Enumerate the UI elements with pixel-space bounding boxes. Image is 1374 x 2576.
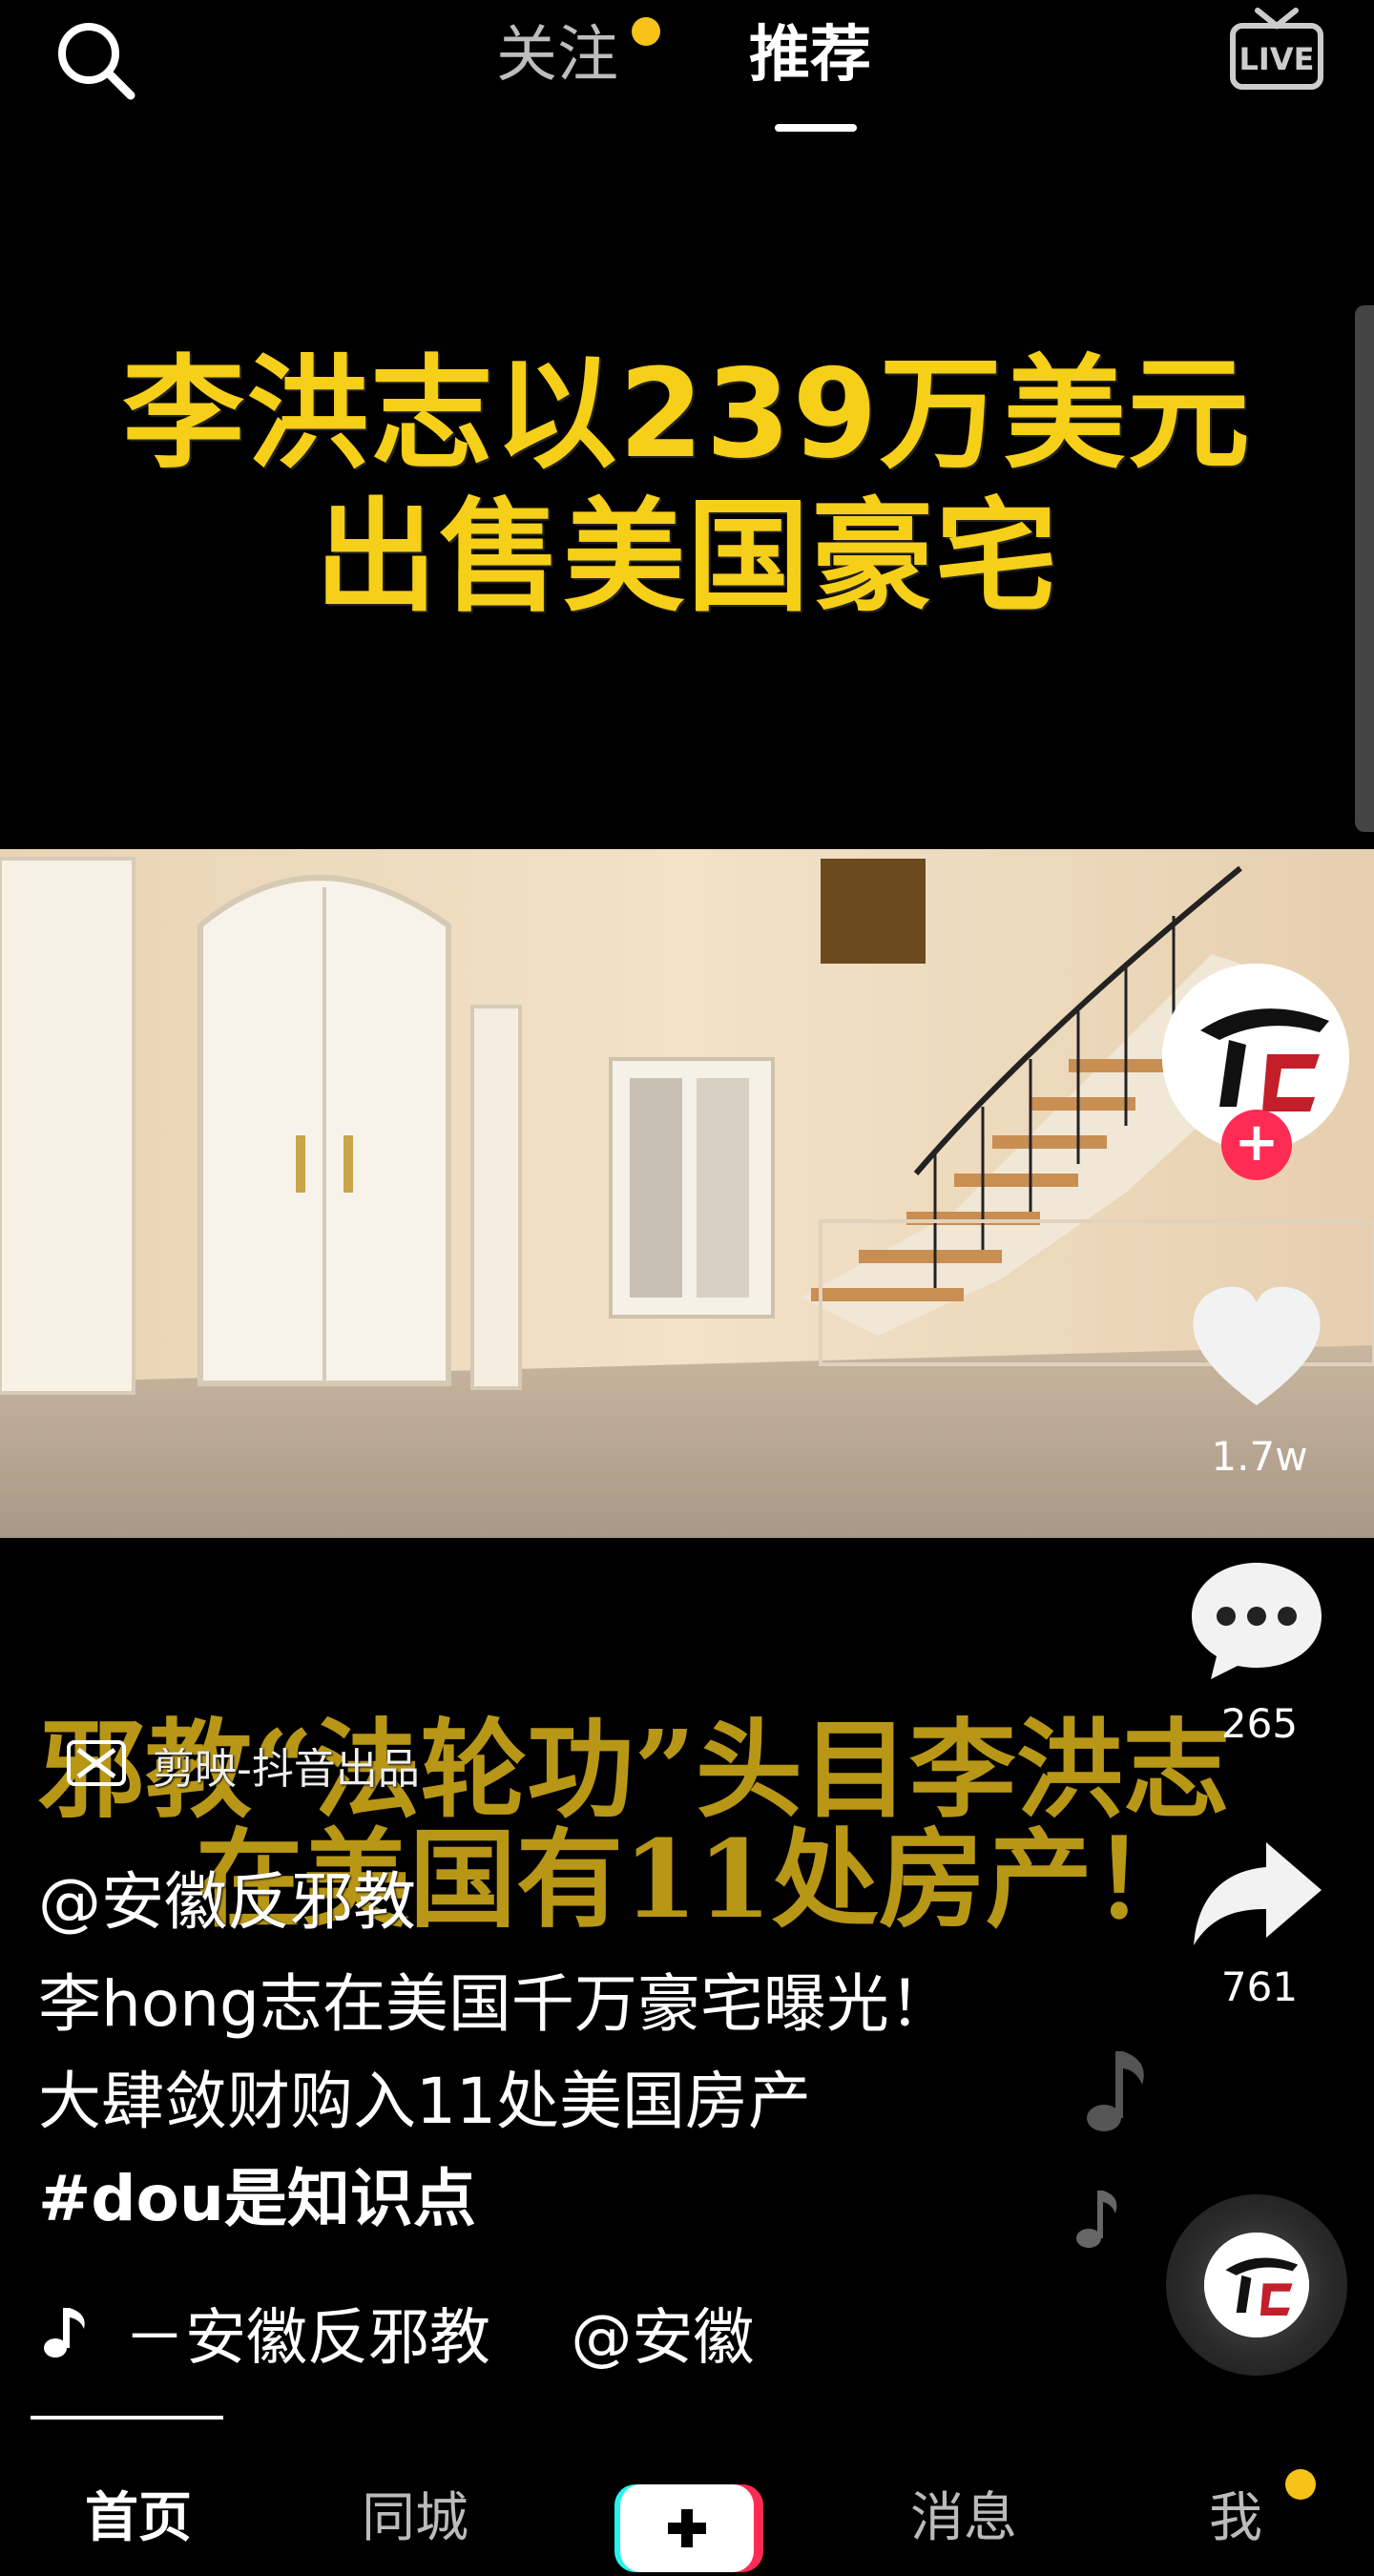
video-title-line1: 李洪志以239万美元	[122, 343, 1252, 486]
disc-logo-icon	[1204, 2233, 1309, 2337]
author-name[interactable]: @安徽反邪教	[38, 1851, 416, 1942]
app-source-badge[interactable]: 剪映-抖音出品	[153, 1735, 420, 1796]
video-description: 李hong志在美国千万豪宅曝光！大肆敛财购入11处美国房产 #dou是知识点	[38, 1956, 992, 2248]
live-icon[interactable]: LIVE	[1229, 5, 1324, 91]
search-icon[interactable]	[52, 17, 138, 103]
follow-plus-button[interactable]: +	[1221, 1110, 1292, 1180]
music-row[interactable]: －安徽反邪教 @安徽	[38, 2295, 754, 2374]
tab-recommended[interactable]: 推荐	[749, 17, 871, 93]
like-count: 1.7w	[1211, 1433, 1308, 1480]
floating-note-icon	[1076, 2191, 1117, 2248]
nav-profile[interactable]: 我	[1202, 2476, 1269, 2562]
comment-icon[interactable]	[1188, 1557, 1326, 1683]
create-button[interactable]	[611, 2481, 763, 2576]
nav-nearby[interactable]: 同城	[358, 2476, 472, 2562]
video-title: 李洪志以239万美元 出售美国豪宅	[0, 343, 1374, 630]
capcut-icon	[67, 1740, 126, 1786]
profile-notification-dot	[1285, 2469, 1316, 2500]
share-icon[interactable]	[1188, 1837, 1326, 1951]
active-tab-indicator	[775, 124, 857, 132]
music-disc-cover	[1204, 2233, 1309, 2337]
nav-home[interactable]: 首页	[81, 2476, 196, 2562]
tab-following[interactable]: 关注	[496, 17, 618, 93]
notification-dot	[632, 17, 660, 46]
heart-icon[interactable]	[1188, 1283, 1326, 1412]
video-progress-bar[interactable]	[31, 2416, 223, 2420]
svg-text:LIVE: LIVE	[1239, 41, 1315, 77]
share-count: 761	[1220, 1963, 1299, 2010]
comment-count: 265	[1220, 1700, 1299, 1747]
hashtag-link[interactable]: #dou是知识点	[38, 2162, 476, 2235]
music-note-icon	[44, 2308, 85, 2358]
nav-messages[interactable]: 消息	[906, 2476, 1021, 2562]
description-text: 李hong志在美国千万豪宅曝光！大肆敛财购入11处美国房产	[38, 1967, 952, 2138]
video-title-line2: 出售美国豪宅	[314, 487, 1059, 629]
music-title: －安徽反邪教 @安徽	[124, 2303, 755, 2374]
floating-note-icon	[1087, 2051, 1144, 2131]
